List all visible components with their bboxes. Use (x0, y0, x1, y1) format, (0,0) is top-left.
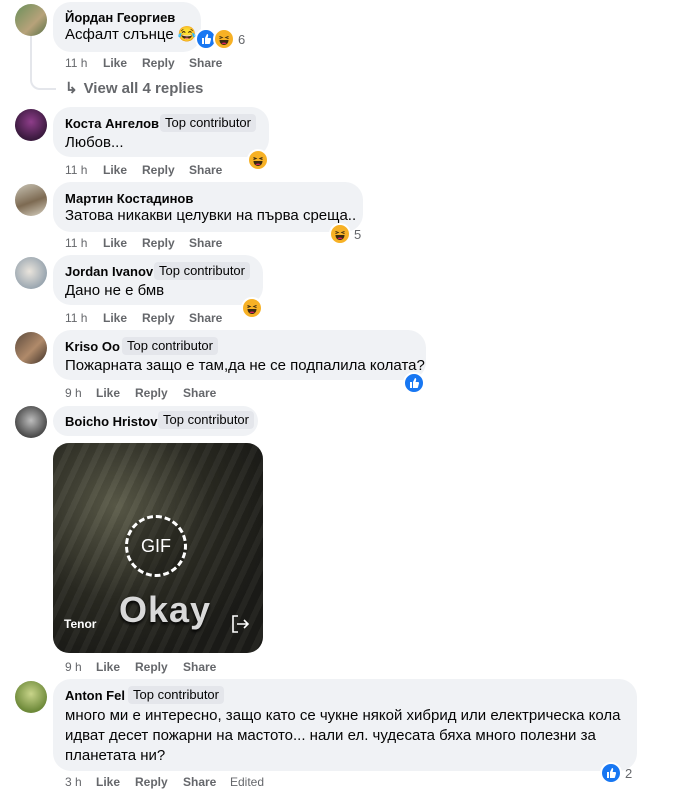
like-button[interactable]: Like (96, 386, 120, 400)
share-button[interactable]: Share (183, 660, 216, 674)
top-contributor-badge: Top contributor (160, 114, 256, 132)
gif-provider: Tenor (64, 617, 97, 631)
share-button[interactable]: Share (183, 775, 216, 789)
reaction-count: 5 (354, 226, 362, 242)
comment-time[interactable]: 11 h (65, 163, 87, 177)
avatar[interactable] (15, 681, 47, 713)
view-replies-link[interactable]: ↳ View all 4 replies (65, 79, 203, 97)
avatar[interactable] (15, 109, 47, 141)
comment-actions: 3 h Like Reply Share Edited (65, 775, 305, 790)
gif-attachment[interactable]: GIF Okay Tenor (53, 443, 263, 653)
comment-time[interactable]: 9 h (65, 386, 82, 400)
top-contributor-badge: Top contributor (154, 262, 250, 280)
comment-actions: 9 h Like Reply Share (65, 660, 265, 675)
like-button[interactable]: Like (103, 56, 127, 70)
top-contributor-badge: Top contributor (158, 411, 254, 429)
like-reaction-icon (600, 762, 622, 784)
reply-button[interactable]: Reply (135, 775, 168, 789)
share-button[interactable]: Share (189, 236, 222, 250)
comment-text-line: планетата ни? (65, 747, 166, 764)
top-contributor-badge: Top contributor (122, 337, 218, 355)
comment-author[interactable]: Мартин Костадинов (65, 191, 193, 206)
share-button[interactable]: Share (189, 56, 222, 70)
like-button[interactable]: Like (103, 311, 127, 325)
reaction-summary[interactable]: 5 (329, 223, 362, 245)
reply-button[interactable]: Reply (142, 311, 175, 325)
comment-text: Пожарната защо е там,да не се подпалила … (65, 357, 425, 374)
reply-button[interactable]: Reply (135, 660, 168, 674)
comment-actions: 11 h Like Reply Share (65, 163, 265, 178)
avatar[interactable] (15, 257, 47, 289)
gif-label: GIF (141, 535, 171, 556)
reaction-summary[interactable]: 6 (195, 28, 246, 50)
reaction-count: 6 (238, 31, 246, 47)
haha-reaction-icon (213, 28, 235, 50)
comment-author[interactable]: Коста Ангелов (65, 116, 159, 131)
comment-text-line: идват десет пожарни на мастото... нали е… (65, 727, 596, 744)
comment-author[interactable]: Anton Fel (65, 688, 125, 703)
top-contributor-badge: Top contributor (128, 686, 224, 704)
comment-text: Дано не е бмв (65, 282, 165, 299)
comment-time[interactable]: 9 h (65, 660, 82, 674)
like-button[interactable]: Like (96, 660, 120, 674)
reply-button[interactable]: Reply (142, 163, 175, 177)
avatar[interactable] (15, 406, 47, 438)
share-button[interactable]: Share (189, 163, 222, 177)
comment-time[interactable]: 11 h (65, 311, 87, 325)
reply-button[interactable]: Reply (142, 236, 175, 250)
like-reaction-icon (403, 372, 425, 394)
gif-play-circle[interactable]: GIF (125, 515, 187, 577)
comment-actions: 11 h Like Reply Share (65, 311, 265, 326)
like-button[interactable]: Like (103, 163, 127, 177)
share-button[interactable]: Share (183, 386, 216, 400)
comment-author[interactable]: Kriso Oo (65, 339, 120, 354)
reply-arrow-icon: ↳ (65, 80, 78, 97)
gif-caption: Okay (119, 589, 212, 630)
open-external-icon[interactable] (229, 613, 251, 635)
reaction-summary[interactable]: 2 (600, 762, 633, 784)
comment-author[interactable]: Йордан Георгиев (65, 10, 175, 25)
comment-text: Затова никакви целувки на първа среща.. (65, 207, 357, 224)
reaction-summary[interactable] (403, 372, 425, 394)
comment-time[interactable]: 11 h (65, 236, 87, 250)
like-button[interactable]: Like (103, 236, 127, 250)
comment-author[interactable]: Jordan Ivanov (65, 264, 153, 279)
comment-author[interactable]: Boicho Hristov (65, 414, 157, 429)
avatar[interactable] (15, 184, 47, 216)
like-button[interactable]: Like (96, 775, 120, 789)
haha-reaction-icon (329, 223, 351, 245)
edited-label: Edited (230, 775, 265, 789)
comment-actions: 11 h Like Reply Share (65, 236, 265, 251)
comment-time[interactable]: 3 h (65, 775, 82, 789)
comment-text: Асфалт слънце 😂 (65, 26, 197, 43)
reply-button[interactable]: Reply (142, 56, 175, 70)
comment-time[interactable]: 11 h (65, 56, 87, 70)
reply-button[interactable]: Reply (135, 386, 168, 400)
share-button[interactable]: Share (189, 311, 222, 325)
comment-text-line: много ми е интересно, защо като се чукне… (65, 707, 621, 724)
avatar[interactable] (15, 4, 47, 36)
comment-actions: 11 h Like Reply Share (65, 56, 265, 71)
reaction-count: 2 (625, 765, 633, 781)
comment-text: Любов... (65, 134, 124, 151)
thread-connector (30, 36, 56, 90)
comment-actions: 9 h Like Reply Share (65, 386, 265, 401)
avatar[interactable] (15, 332, 47, 364)
